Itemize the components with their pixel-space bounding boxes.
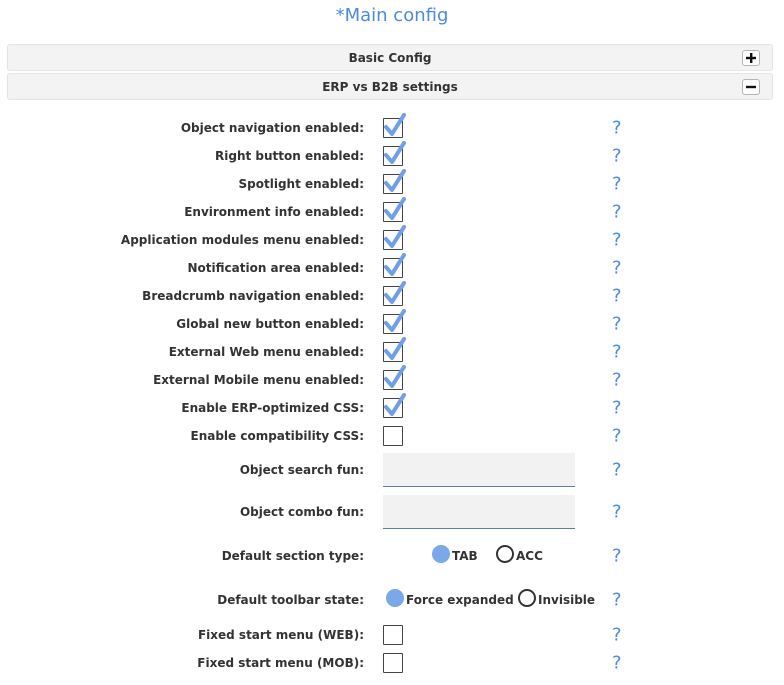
collapse-button[interactable] — [742, 79, 760, 95]
field-label: Application modules menu enabled: — [120, 233, 364, 247]
field-label: Object search fun: — [239, 463, 364, 477]
breadcrumb-navigation-enabled-checkbox[interactable] — [383, 281, 406, 306]
checkbox-box — [383, 653, 403, 673]
radio-acc[interactable] — [496, 545, 514, 563]
expand-button[interactable] — [742, 50, 760, 66]
checkmark-icon — [384, 337, 406, 360]
fixed-start-menu-web-checkbox[interactable] — [383, 625, 403, 645]
checkmark-icon — [384, 281, 406, 304]
checkmark-icon — [384, 197, 406, 220]
field-label: Fixed start menu (WEB): — [197, 628, 364, 642]
radio-label[interactable]: ACC — [516, 549, 543, 563]
field-label: Object navigation enabled: — [180, 121, 364, 135]
radio-invisible[interactable] — [518, 589, 536, 607]
help-icon[interactable]: ? — [612, 174, 622, 195]
field-label: Global new button enabled: — [176, 317, 364, 331]
help-icon[interactable]: ? — [612, 118, 622, 139]
help-icon[interactable]: ? — [612, 502, 622, 523]
enable-compatibility-css-checkbox[interactable] — [383, 426, 403, 446]
help-icon[interactable]: ? — [612, 460, 622, 481]
help-icon[interactable]: ? — [612, 258, 622, 279]
radio-label[interactable]: TAB — [452, 549, 478, 563]
field-label: Default section type: — [221, 549, 364, 563]
help-icon[interactable]: ? — [612, 398, 622, 419]
help-icon[interactable]: ? — [612, 653, 622, 674]
help-icon[interactable]: ? — [612, 426, 622, 447]
global-new-button-enabled-checkbox[interactable] — [383, 309, 406, 334]
help-icon[interactable]: ? — [612, 342, 622, 363]
checkmark-icon — [384, 365, 406, 388]
checkbox-box — [383, 625, 403, 645]
checkmark-icon — [384, 225, 406, 248]
checkmark-icon — [384, 309, 406, 332]
help-icon[interactable]: ? — [612, 202, 622, 223]
notification-area-enabled-checkbox[interactable] — [383, 253, 406, 278]
radio-label[interactable]: Invisible — [538, 593, 595, 607]
enable-erp-optimized-css-checkbox[interactable] — [383, 393, 406, 418]
checkmark-icon — [384, 169, 406, 192]
object-combo-fun-input[interactable] — [383, 495, 575, 529]
right-button-enabled-checkbox[interactable] — [383, 141, 406, 166]
section-label: Basic Config — [348, 51, 432, 65]
field-label: Right button enabled: — [215, 149, 364, 163]
help-icon[interactable]: ? — [612, 230, 622, 251]
help-icon[interactable]: ? — [612, 314, 622, 335]
help-icon[interactable]: ? — [612, 625, 622, 646]
field-label: External Mobile menu enabled: — [153, 373, 364, 387]
checkmark-icon — [384, 113, 406, 136]
help-icon[interactable]: ? — [612, 370, 622, 391]
object-navigation-enabled-checkbox[interactable] — [383, 113, 406, 138]
fixed-start-menu-mob-checkbox[interactable] — [383, 653, 403, 673]
section-basic-config[interactable]: Basic Config — [7, 44, 773, 71]
field-label: Object combo fun: — [239, 505, 364, 519]
help-icon[interactable]: ? — [612, 286, 622, 307]
application-modules-menu-enabled-checkbox[interactable] — [383, 225, 406, 250]
environment-info-enabled-checkbox[interactable] — [383, 197, 406, 222]
radio-force-expanded[interactable] — [386, 589, 404, 607]
field-label: Spotlight enabled: — [238, 177, 365, 191]
field-label: Breadcrumb navigation enabled: — [142, 289, 364, 303]
section-erp-b2b[interactable]: ERP vs B2B settings — [7, 73, 773, 100]
checkmark-icon — [384, 141, 406, 164]
field-label: Notification area enabled: — [187, 261, 365, 275]
field-label: Default toolbar state: — [217, 593, 364, 607]
field-label: Fixed start menu (MOB): — [197, 656, 364, 670]
radio-label[interactable]: Force expanded — [406, 593, 514, 607]
checkmark-icon — [384, 253, 406, 276]
minus-icon — [746, 85, 756, 89]
field-label: External Web menu enabled: — [168, 345, 364, 359]
field-label: Environment info enabled: — [184, 205, 364, 219]
page-title: *Main config — [335, 5, 449, 26]
default-section-type-radio-group: TAB ACC — [432, 545, 662, 567]
external-mobile-menu-enabled-checkbox[interactable] — [383, 365, 406, 390]
section-label: ERP vs B2B settings — [322, 80, 458, 94]
checkbox-box — [383, 426, 403, 446]
object-search-fun-input[interactable] — [383, 453, 575, 487]
checkmark-icon — [384, 393, 406, 416]
help-icon[interactable]: ? — [612, 146, 622, 167]
field-label: Enable ERP-optimized CSS: — [181, 401, 364, 415]
field-label: Enable compatibility CSS: — [190, 429, 365, 443]
radio-tab[interactable] — [432, 545, 450, 563]
spotlight-enabled-checkbox[interactable] — [383, 169, 406, 194]
default-toolbar-state-radio-group: Force expanded Invisible — [386, 589, 616, 611]
help-icon[interactable]: ? — [612, 546, 622, 567]
external-web-menu-enabled-checkbox[interactable] — [383, 337, 406, 362]
plus-icon — [746, 53, 756, 63]
help-icon[interactable]: ? — [612, 590, 622, 611]
